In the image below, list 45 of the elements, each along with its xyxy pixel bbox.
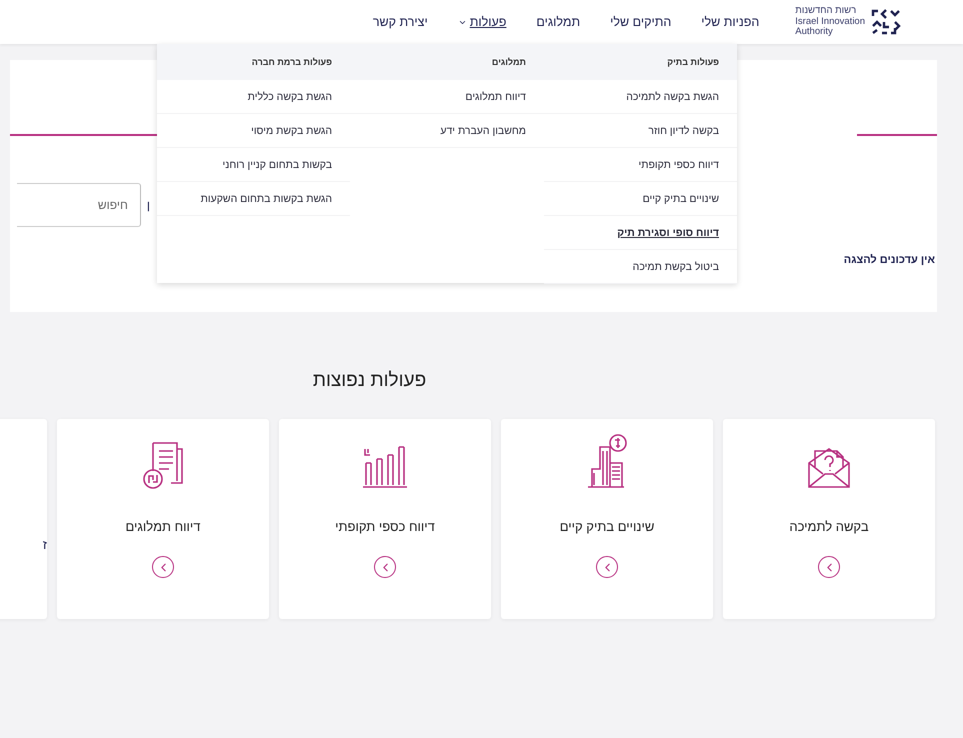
menu-item[interactable]: בקשות בתחום קניין רוחני (157, 148, 350, 182)
logo-icon (871, 9, 901, 35)
action-card[interactable]: דיווח כספי תקופתי (279, 419, 491, 619)
menu-item[interactable]: הגשת בקשת מיסוי (157, 114, 350, 148)
card-title: בקשה לתמיכה (789, 519, 869, 534)
arrow-button[interactable] (596, 556, 618, 578)
nav-link[interactable]: תמלוגים (536, 15, 580, 29)
arrow-button[interactable] (374, 556, 396, 578)
buildings-dollar-icon (586, 433, 628, 489)
arrow-button[interactable] (152, 556, 174, 578)
section-title: פעולות נפוצות (312, 370, 428, 392)
action-card[interactable]: דיווח תמלוגים (57, 419, 269, 619)
logo-text: Authority (795, 27, 834, 38)
menu-column-heading: פעולות ברמת חברה (157, 44, 350, 80)
menu-item[interactable]: הגשת בקשות בתחום השקעות (157, 182, 350, 216)
menu-item[interactable]: הגשת בקשה לתמיכה (544, 80, 737, 114)
action-card[interactable]: שינויים בתיק קיים (501, 419, 713, 619)
nav-link[interactable]: פעולות (458, 15, 506, 29)
empty-message: אין עדכונים להצגה (842, 254, 936, 266)
menu-item[interactable]: הגשת בקשה כללית (157, 80, 350, 114)
document-shekel-icon (141, 441, 185, 489)
search-field[interactable]: חיפוש (16, 183, 141, 227)
partial-text: ן (146, 198, 150, 212)
logo-text: Israel Innovation (795, 16, 865, 27)
nav-link[interactable]: הפניות שלי (701, 15, 760, 29)
menu-item[interactable]: דיווח סופי וסגירת תיק (544, 216, 737, 250)
card-title: דיווח כספי תקופתי (335, 519, 435, 534)
menu-item[interactable]: דיווח כספי תקופתי (544, 148, 737, 182)
menu-item[interactable]: ביטול בקשת תמיכה (544, 250, 737, 284)
menu-item[interactable]: דיווח תמלוגים (350, 80, 544, 114)
nav-link[interactable]: התיקים שלי (610, 15, 672, 29)
menu-item[interactable]: שינויים בתיק קיים (544, 182, 737, 216)
action-card[interactable]: ז (0, 419, 47, 619)
menu-column-heading: פעולות בתיק (544, 44, 737, 80)
menu-item[interactable]: בקשה לדיון חוזר (544, 114, 737, 148)
menu-item[interactable]: מחשבון העברת ידע (350, 114, 544, 148)
card-title: ז (42, 537, 47, 552)
logo-text: רשות החדשנות (795, 6, 858, 17)
card-title: שינויים בתיק קיים (560, 519, 654, 534)
menu-column-heading: תמלוגים (350, 44, 544, 80)
action-card[interactable]: בקשה לתמיכה (723, 419, 935, 619)
nav-link[interactable]: יצירת קשר (372, 15, 428, 29)
card-title: דיווח תמלוגים (126, 519, 200, 534)
arrow-button[interactable] (818, 556, 840, 578)
bar-chart-icon (362, 445, 408, 489)
